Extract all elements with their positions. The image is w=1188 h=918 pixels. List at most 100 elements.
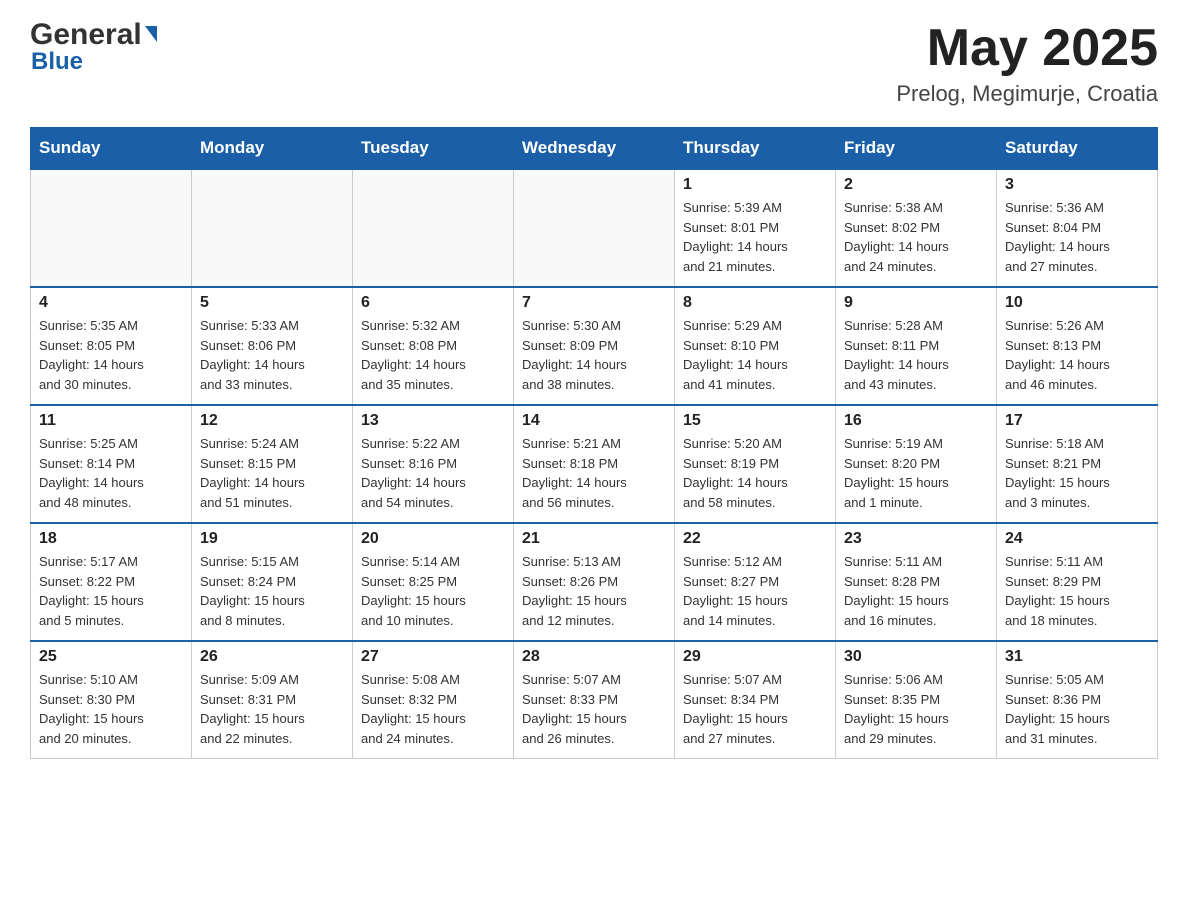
day-number: 16 — [844, 412, 988, 430]
day-info: Sunrise: 5:11 AM Sunset: 8:29 PM Dayligh… — [1005, 552, 1149, 630]
day-info: Sunrise: 5:28 AM Sunset: 8:11 PM Dayligh… — [844, 316, 988, 394]
col-wednesday: Wednesday — [514, 128, 675, 170]
day-info: Sunrise: 5:25 AM Sunset: 8:14 PM Dayligh… — [39, 434, 183, 512]
day-info: Sunrise: 5:14 AM Sunset: 8:25 PM Dayligh… — [361, 552, 505, 630]
table-row: 2Sunrise: 5:38 AM Sunset: 8:02 PM Daylig… — [836, 169, 997, 287]
table-row: 4 Sunrise: 5:35 AM Sunset: 8:05 PM Daylig… — [31, 287, 192, 405]
day-number: 18 — [39, 530, 183, 548]
month-year-title: May 2025 — [896, 20, 1158, 77]
col-thursday: Thursday — [675, 128, 836, 170]
day-info: Sunrise: 5:09 AM Sunset: 8:31 PM Dayligh… — [200, 670, 344, 748]
table-row: 28 Sunrise: 5:07 AM Sunset: 8:33 PM Dayli… — [514, 641, 675, 759]
table-row — [192, 169, 353, 287]
calendar-week-5: 25Sunrise: 5:10 AM Sunset: 8:30 PM Dayli… — [31, 641, 1158, 759]
logo-general-label: General — [30, 20, 142, 50]
day-number: 10 — [1005, 294, 1149, 312]
day-number: 12 — [200, 412, 344, 430]
table-row: 23 Sunrise: 5:11 AM Sunset: 8:28 PM Dayli… — [836, 523, 997, 641]
day-info: Sunrise: 5:18 AM Sunset: 8:21 PM Dayligh… — [1005, 434, 1149, 512]
table-row: 7 Sunrise: 5:30 AM Sunset: 8:09 PM Daylig… — [514, 287, 675, 405]
table-row: 26 Sunrise: 5:09 AM Sunset: 8:31 PM Dayli… — [192, 641, 353, 759]
table-row: 1 Sunrise: 5:39 AM Sunset: 8:01 PM Daylig… — [675, 169, 836, 287]
day-info: Sunrise: 5:11 AM Sunset: 8:28 PM Dayligh… — [844, 552, 988, 630]
table-row: 27 Sunrise: 5:08 AM Sunset: 8:32 PM Dayli… — [353, 641, 514, 759]
table-row: 14 Sunrise: 5:21 AM Sunset: 8:18 PM Dayli… — [514, 405, 675, 523]
day-number: 23 — [844, 530, 988, 548]
day-number: 27 — [361, 648, 505, 666]
day-number: 24 — [1005, 530, 1149, 548]
calendar-week-3: 11 Sunrise: 5:25 AM Sunset: 8:14 PM Dayli… — [31, 405, 1158, 523]
table-row: 24 Sunrise: 5:11 AM Sunset: 8:29 PM Dayli… — [997, 523, 1158, 641]
calendar-week-2: 4 Sunrise: 5:35 AM Sunset: 8:05 PM Daylig… — [31, 287, 1158, 405]
day-number: 21 — [522, 530, 666, 548]
day-info: Sunrise: 5:19 AM Sunset: 8:20 PM Dayligh… — [844, 434, 988, 512]
logo-general-text: General — [30, 20, 157, 50]
day-info: Sunrise: 5:15 AM Sunset: 8:24 PM Dayligh… — [200, 552, 344, 630]
page-header: General Blue May 2025 Prelog, Megimurje,… — [30, 20, 1158, 107]
table-row: 18Sunrise: 5:17 AM Sunset: 8:22 PM Dayli… — [31, 523, 192, 641]
day-info: Sunrise: 5:24 AM Sunset: 8:15 PM Dayligh… — [200, 434, 344, 512]
day-info: Sunrise: 5:21 AM Sunset: 8:18 PM Dayligh… — [522, 434, 666, 512]
calendar-header-row: Sunday Monday Tuesday Wednesday Thursday… — [31, 128, 1158, 170]
day-number: 7 — [522, 294, 666, 312]
day-number: 13 — [361, 412, 505, 430]
table-row: 8Sunrise: 5:29 AM Sunset: 8:10 PM Daylig… — [675, 287, 836, 405]
table-row: 16 Sunrise: 5:19 AM Sunset: 8:20 PM Dayli… — [836, 405, 997, 523]
calendar-week-1: 1 Sunrise: 5:39 AM Sunset: 8:01 PM Daylig… — [31, 169, 1158, 287]
table-row — [353, 169, 514, 287]
day-number: 15 — [683, 412, 827, 430]
table-row: 10Sunrise: 5:26 AM Sunset: 8:13 PM Dayli… — [997, 287, 1158, 405]
table-row: 31 Sunrise: 5:05 AM Sunset: 8:36 PM Dayli… — [997, 641, 1158, 759]
table-row: 19Sunrise: 5:15 AM Sunset: 8:24 PM Dayli… — [192, 523, 353, 641]
day-info: Sunrise: 5:33 AM Sunset: 8:06 PM Dayligh… — [200, 316, 344, 394]
day-number: 5 — [200, 294, 344, 312]
day-number: 8 — [683, 294, 827, 312]
day-info: Sunrise: 5:05 AM Sunset: 8:36 PM Dayligh… — [1005, 670, 1149, 748]
day-info: Sunrise: 5:10 AM Sunset: 8:30 PM Dayligh… — [39, 670, 183, 748]
col-monday: Monday — [192, 128, 353, 170]
day-number: 30 — [844, 648, 988, 666]
day-info: Sunrise: 5:39 AM Sunset: 8:01 PM Dayligh… — [683, 198, 827, 276]
day-info: Sunrise: 5:08 AM Sunset: 8:32 PM Dayligh… — [361, 670, 505, 748]
logo-triangle-icon — [145, 26, 157, 42]
table-row: 3Sunrise: 5:36 AM Sunset: 8:04 PM Daylig… — [997, 169, 1158, 287]
table-row: 29Sunrise: 5:07 AM Sunset: 8:34 PM Dayli… — [675, 641, 836, 759]
day-info: Sunrise: 5:07 AM Sunset: 8:33 PM Dayligh… — [522, 670, 666, 748]
title-section: May 2025 Prelog, Megimurje, Croatia — [896, 20, 1158, 107]
day-info: Sunrise: 5:32 AM Sunset: 8:08 PM Dayligh… — [361, 316, 505, 394]
day-number: 17 — [1005, 412, 1149, 430]
day-number: 31 — [1005, 648, 1149, 666]
day-number: 1 — [683, 176, 827, 194]
table-row — [514, 169, 675, 287]
col-sunday: Sunday — [31, 128, 192, 170]
day-info: Sunrise: 5:20 AM Sunset: 8:19 PM Dayligh… — [683, 434, 827, 512]
calendar-week-4: 18Sunrise: 5:17 AM Sunset: 8:22 PM Dayli… — [31, 523, 1158, 641]
table-row: 9 Sunrise: 5:28 AM Sunset: 8:11 PM Daylig… — [836, 287, 997, 405]
day-number: 28 — [522, 648, 666, 666]
table-row: 25Sunrise: 5:10 AM Sunset: 8:30 PM Dayli… — [31, 641, 192, 759]
day-info: Sunrise: 5:12 AM Sunset: 8:27 PM Dayligh… — [683, 552, 827, 630]
day-number: 22 — [683, 530, 827, 548]
table-row: 5 Sunrise: 5:33 AM Sunset: 8:06 PM Daylig… — [192, 287, 353, 405]
day-number: 6 — [361, 294, 505, 312]
day-info: Sunrise: 5:30 AM Sunset: 8:09 PM Dayligh… — [522, 316, 666, 394]
day-number: 26 — [200, 648, 344, 666]
table-row: 30Sunrise: 5:06 AM Sunset: 8:35 PM Dayli… — [836, 641, 997, 759]
day-info: Sunrise: 5:36 AM Sunset: 8:04 PM Dayligh… — [1005, 198, 1149, 276]
table-row: 15 Sunrise: 5:20 AM Sunset: 8:19 PM Dayli… — [675, 405, 836, 523]
table-row: 17 Sunrise: 5:18 AM Sunset: 8:21 PM Dayli… — [997, 405, 1158, 523]
logo-blue-text: Blue — [31, 50, 157, 74]
table-row: 21Sunrise: 5:13 AM Sunset: 8:26 PM Dayli… — [514, 523, 675, 641]
day-number: 9 — [844, 294, 988, 312]
table-row: 13Sunrise: 5:22 AM Sunset: 8:16 PM Dayli… — [353, 405, 514, 523]
col-friday: Friday — [836, 128, 997, 170]
day-number: 4 — [39, 294, 183, 312]
day-info: Sunrise: 5:07 AM Sunset: 8:34 PM Dayligh… — [683, 670, 827, 748]
day-number: 14 — [522, 412, 666, 430]
table-row: 22 Sunrise: 5:12 AM Sunset: 8:27 PM Dayli… — [675, 523, 836, 641]
table-row: 12 Sunrise: 5:24 AM Sunset: 8:15 PM Dayli… — [192, 405, 353, 523]
table-row — [31, 169, 192, 287]
col-tuesday: Tuesday — [353, 128, 514, 170]
day-number: 11 — [39, 412, 183, 430]
day-info: Sunrise: 5:35 AM Sunset: 8:05 PM Dayligh… — [39, 316, 183, 394]
